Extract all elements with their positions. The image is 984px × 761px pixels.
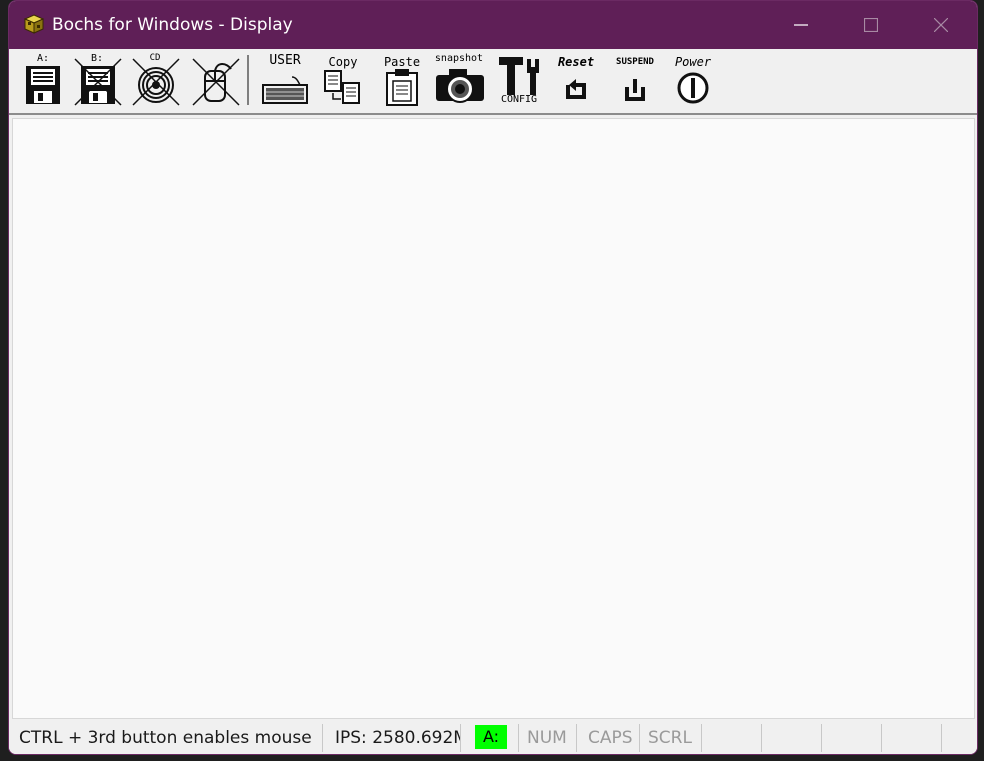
minimize-button[interactable] [771,1,831,49]
suspend-button[interactable]: SUSPEND [609,53,661,109]
maximize-button[interactable] [841,1,901,49]
status-mouse-hint: CTRL + 3rd button enables mouse [13,724,323,752]
bochs-window: Bochs for Windows - Display A: B: CD USE… [8,0,978,755]
bochs-app-icon [23,14,45,34]
paste-button[interactable]: Paste [376,53,428,109]
maximize-icon [864,18,878,32]
camera-icon [436,69,484,103]
snapshot-button[interactable]: snapshot [433,53,485,109]
status-ips: IPS: 2580.692M [329,724,461,752]
floppy-b-button[interactable]: B: [71,53,123,109]
config-button[interactable]: CONFIG [493,53,545,109]
copy-label: Copy [328,55,358,69]
suspend-label: SUSPEND [616,57,654,67]
title-bar[interactable]: Bochs for Windows - Display [9,1,977,49]
status-empty-3 [822,724,882,752]
status-empty-4 [882,724,942,752]
snapshot-label: snapshot [434,53,484,64]
keyboard-icon [262,76,308,104]
copy-button[interactable]: Copy [317,53,369,109]
cdrom-button[interactable]: CD [129,53,181,109]
toolbar: A: B: CD USER Copy Paste snapshot CONFIG… [9,49,977,115]
suspend-icon [625,79,645,101]
reset-label: Reset [557,55,595,69]
copy-icon [324,70,360,104]
status-num: NUM [521,724,577,752]
close-icon [934,18,948,32]
status-bar: CTRL + 3rd button enables mouse IPS: 258… [9,719,977,754]
power-button[interactable]: Power [667,53,719,109]
cdrom-disabled-icon [132,58,180,106]
toolbar-separator [247,55,249,105]
reset-icon [566,79,586,99]
vga-display-area[interactable] [12,118,975,719]
window-title: Bochs for Windows - Display [52,15,293,35]
mouse-disabled-icon [192,58,240,106]
floppy-disabled-icon [74,58,122,106]
power-icon [677,72,709,104]
status-scrl: SCRL [642,724,702,752]
paste-icon [386,69,418,106]
status-empty-2 [762,724,822,752]
mouse-button[interactable] [189,53,241,109]
status-drive-a-led: A: [475,725,507,749]
user-button[interactable]: USER [259,53,311,109]
minimize-icon [794,24,808,26]
user-label: USER [269,53,301,68]
status-caps: CAPS [582,724,640,752]
config-icon [499,57,539,95]
config-label: CONFIG [500,94,538,105]
floppy-icon [26,66,60,104]
close-button[interactable] [911,1,971,49]
reset-button[interactable]: Reset [550,53,602,109]
status-empty-1 [702,724,762,752]
floppy-a-button[interactable]: A: [17,53,69,109]
power-label: Power [674,55,712,69]
floppy-a-label: A: [36,53,50,64]
